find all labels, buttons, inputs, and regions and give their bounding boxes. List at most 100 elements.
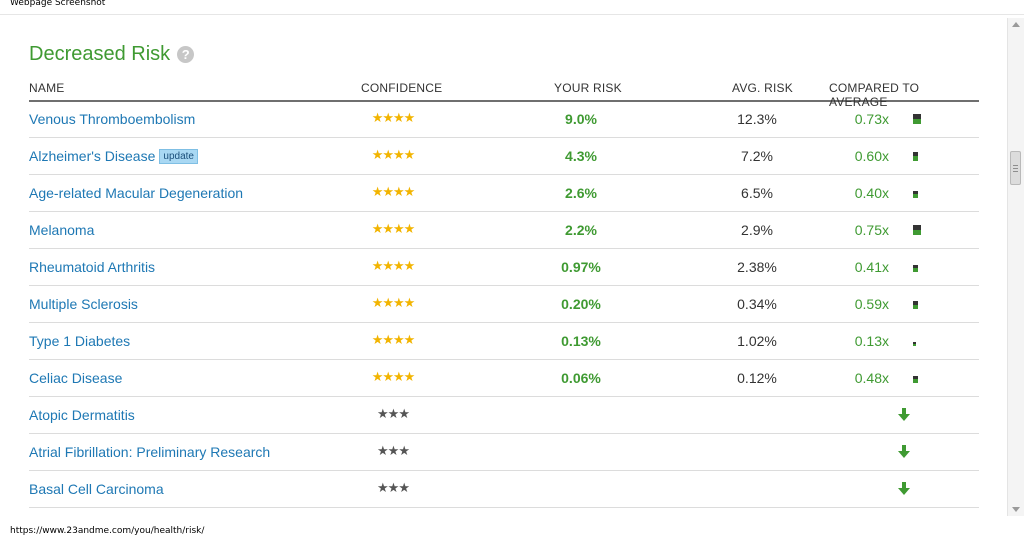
table-row[interactable]: Alzheimer's Disease update ★★★★ 4.3% 7.2% 0.6… bbox=[29, 138, 979, 175]
avg-risk-value: 2.38% bbox=[737, 259, 777, 275]
confidence-stars: ★★★★ bbox=[371, 110, 416, 125]
compared-value: 0.40x bbox=[854, 185, 889, 201]
condition-name[interactable]: Alzheimer's Disease bbox=[29, 148, 155, 164]
section-title: Decreased Risk ? bbox=[29, 42, 979, 66]
avg-risk-value: 7.2% bbox=[741, 148, 773, 164]
table-row[interactable]: Venous Thromboembolism ★★★★ 9.0% 12.3% 0.73x bbox=[29, 101, 979, 138]
table-row[interactable]: Celiac Disease ★★★★ 0.06% 0.12% 0.48x bbox=[29, 360, 979, 397]
condition-name[interactable]: Atopic Dermatitis bbox=[29, 407, 135, 423]
avg-risk-value: 0.12% bbox=[737, 370, 777, 386]
confidence-stars: ★★★ bbox=[377, 443, 410, 458]
condition-link[interactable]: Venous Thromboembolism bbox=[29, 111, 195, 127]
decreased-risk-section: Decreased Risk ? NAME CONFIDENCE YOUR RI… bbox=[29, 42, 979, 519]
scroll-up-arrow-icon[interactable] bbox=[1012, 22, 1020, 27]
vertical-scrollbar[interactable] bbox=[1007, 18, 1024, 516]
decreased-risk-arrow-icon bbox=[898, 445, 910, 458]
avg-risk-value: 6.5% bbox=[741, 185, 773, 201]
condition-link[interactable]: Bipolar Disorder: Preliminary Research bbox=[29, 518, 271, 519]
section-title-text: Decreased Risk bbox=[29, 42, 171, 65]
compared-value: 0.59x bbox=[854, 296, 889, 312]
table-row[interactable]: Type 1 Diabetes ★★★★ 0.13% 1.02% 0.13x bbox=[29, 323, 979, 360]
risk-ratio-bar bbox=[913, 265, 918, 272]
condition-link[interactable]: Atrial Fibrillation: Preliminary Researc… bbox=[29, 444, 270, 460]
compared-value: 0.48x bbox=[854, 370, 889, 386]
table-row[interactable]: Multiple Sclerosis ★★★★ 0.20% 0.34% 0.59x bbox=[29, 286, 979, 323]
risk-ratio-bar bbox=[913, 114, 921, 124]
risk-ratio-bar bbox=[913, 342, 916, 346]
help-icon[interactable]: ? bbox=[177, 45, 195, 63]
condition-name[interactable]: Rheumatoid Arthritis bbox=[29, 259, 155, 275]
confidence-stars: ★★★ bbox=[371, 517, 415, 519]
condition-name[interactable]: Type 1 Diabetes bbox=[29, 333, 130, 349]
confidence-stars: ★★★ bbox=[377, 406, 410, 421]
compared-value: 0.13x bbox=[854, 333, 889, 349]
condition-name[interactable]: Bipolar Disorder: Preliminary Research bbox=[29, 518, 271, 519]
avg-risk-value: 1.02% bbox=[737, 333, 777, 349]
your-risk-value: 0.13% bbox=[561, 333, 601, 349]
condition-name[interactable]: Multiple Sclerosis bbox=[29, 296, 138, 312]
table-row[interactable]: Basal Cell Carcinoma ★★★ bbox=[29, 471, 979, 508]
table-row[interactable]: Atrial Fibrillation: Preliminary Researc… bbox=[29, 434, 979, 471]
condition-link[interactable]: Multiple Sclerosis bbox=[29, 296, 138, 312]
scrollbar-thumb[interactable] bbox=[1010, 151, 1021, 185]
condition-name[interactable]: Venous Thromboembolism bbox=[29, 111, 195, 127]
condition-link[interactable]: Alzheimer's Disease update bbox=[29, 148, 198, 164]
confidence-stars: ★★★★ bbox=[371, 295, 416, 310]
your-risk-value: 2.6% bbox=[565, 185, 597, 201]
condition-name[interactable]: Atrial Fibrillation: Preliminary Researc… bbox=[29, 444, 270, 460]
avg-risk-value: 2.9% bbox=[741, 222, 773, 238]
your-risk-value: 2.2% bbox=[565, 222, 597, 238]
confidence-stars: ★★★★ bbox=[371, 184, 416, 199]
update-badge: update bbox=[159, 149, 198, 164]
confidence-stars: ★★★★ bbox=[371, 221, 416, 236]
condition-link[interactable]: Atopic Dermatitis bbox=[29, 407, 135, 423]
compared-value: 0.60x bbox=[854, 148, 889, 164]
table-row[interactable]: Bipolar Disorder: Preliminary Research ★★… bbox=[29, 508, 979, 519]
condition-name[interactable]: Celiac Disease bbox=[29, 370, 122, 386]
condition-name[interactable]: Basal Cell Carcinoma bbox=[29, 481, 164, 497]
your-risk-value: 9.0% bbox=[565, 111, 597, 127]
risk-ratio-bar bbox=[913, 301, 918, 309]
condition-name[interactable]: Age-related Macular Degeneration bbox=[29, 185, 243, 201]
condition-name[interactable]: Melanoma bbox=[29, 222, 94, 238]
avg-risk-value: 12.3% bbox=[737, 111, 777, 127]
risk-ratio-bar bbox=[913, 191, 918, 198]
compared-value: 0.73x bbox=[854, 111, 889, 127]
risk-table-body: Venous Thromboembolism ★★★★ 9.0% 12.3% 0.73x… bbox=[29, 101, 979, 519]
compared-value: 0.75x bbox=[854, 222, 889, 238]
condition-link[interactable]: Type 1 Diabetes bbox=[29, 333, 130, 349]
your-risk-value: 4.3% bbox=[565, 148, 597, 164]
condition-link[interactable]: Age-related Macular Degeneration bbox=[29, 185, 243, 201]
table-row[interactable]: Atopic Dermatitis ★★★ bbox=[29, 397, 979, 434]
condition-link[interactable]: Celiac Disease bbox=[29, 370, 122, 386]
table-row[interactable]: Rheumatoid Arthritis ★★★★ 0.97% 2.38% 0.41x bbox=[29, 249, 979, 286]
condition-link[interactable]: Rheumatoid Arthritis bbox=[29, 259, 155, 275]
table-header: NAME CONFIDENCE YOUR RISK AVG. RISK COMP… bbox=[29, 78, 979, 109]
header-name[interactable]: NAME bbox=[29, 81, 64, 95]
table-row[interactable]: Age-related Macular Degeneration ★★★★ 2.6%… bbox=[29, 175, 979, 212]
confidence-stars: ★★★★ bbox=[371, 147, 416, 162]
your-risk-value: 0.06% bbox=[561, 370, 601, 386]
your-risk-value: 0.97% bbox=[561, 259, 601, 275]
decreased-risk-arrow-icon bbox=[898, 408, 910, 421]
confidence-stars: ★★★★ bbox=[371, 332, 416, 347]
risk-ratio-bar bbox=[913, 152, 918, 161]
header-avg-risk[interactable]: AVG. RISK bbox=[732, 81, 793, 95]
table-row[interactable]: Melanoma ★★★★ 2.2% 2.9% 0.75x bbox=[29, 212, 979, 249]
page-viewport: Decreased Risk ? NAME CONFIDENCE YOUR RI… bbox=[0, 14, 1024, 519]
risk-ratio-bar bbox=[913, 225, 921, 235]
header-your-risk[interactable]: YOUR RISK bbox=[554, 81, 622, 95]
scroll-down-arrow-icon[interactable] bbox=[1012, 507, 1020, 512]
condition-link[interactable]: Basal Cell Carcinoma bbox=[29, 481, 164, 497]
avg-risk-value: 0.34% bbox=[737, 296, 777, 312]
header-confidence[interactable]: CONFIDENCE bbox=[361, 81, 442, 95]
condition-link[interactable]: Melanoma bbox=[29, 222, 94, 238]
compared-value: 0.41x bbox=[854, 259, 889, 275]
confidence-stars: ★★★★ bbox=[371, 369, 416, 384]
confidence-stars: ★★★★ bbox=[371, 258, 416, 273]
your-risk-value: 0.20% bbox=[561, 296, 601, 312]
page-url: https://www.23andme.com/you/health/risk/ bbox=[10, 526, 205, 536]
risk-ratio-bar bbox=[913, 376, 918, 383]
confidence-stars: ★★★ bbox=[377, 480, 410, 495]
top-divider bbox=[0, 14, 1024, 15]
